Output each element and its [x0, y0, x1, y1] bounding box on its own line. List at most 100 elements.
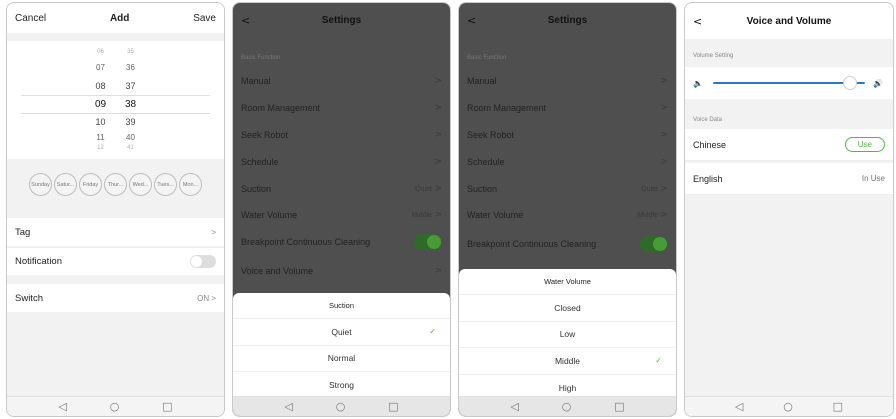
breakpoint-toggle[interactable]: [640, 235, 668, 252]
switch-row[interactable]: Switch ON >: [7, 284, 224, 312]
voice-volume-header: < Voice and Volume: [685, 3, 893, 39]
settings-item-seek-robot[interactable]: Seek Robot >: [233, 121, 450, 148]
option-middle[interactable]: Middle ✓: [459, 348, 676, 375]
option-low[interactable]: Low: [459, 322, 676, 348]
item-label: Schedule: [467, 156, 505, 167]
recent-apps-icon[interactable]: □: [388, 401, 398, 412]
breakpoint-toggle[interactable]: [414, 233, 442, 250]
settings-header: < Settings: [233, 3, 450, 37]
settings-item-room-management[interactable]: Room Management >: [459, 94, 676, 121]
picker-row[interactable]: 12 41: [7, 145, 224, 151]
back-nav-icon[interactable]: ◁: [510, 401, 518, 412]
chevron-right-icon: >: [434, 156, 442, 167]
checkmark-icon: ✓: [655, 356, 662, 366]
item-label: Manual: [241, 75, 271, 86]
page-title: Add: [109, 12, 130, 24]
settings-item-water-volume[interactable]: Water Volume Middle >: [233, 201, 450, 228]
back-nav-icon[interactable]: ◁: [735, 401, 743, 412]
checkmark-icon: ✓: [429, 327, 436, 337]
day-wednesday[interactable]: Wed...: [129, 173, 152, 196]
day-tuesday[interactable]: Tues...: [154, 173, 177, 196]
back-arrow-icon[interactable]: <: [241, 14, 261, 27]
chevron-right-icon: >: [434, 265, 442, 276]
settings-item-water-volume[interactable]: Water Volume Middle >: [459, 201, 676, 228]
cancel-button[interactable]: Cancel: [15, 13, 46, 24]
option-strong[interactable]: Strong: [233, 372, 450, 399]
home-nav-icon[interactable]: ○: [110, 401, 120, 412]
item-label: Water Volume: [467, 209, 524, 220]
notification-toggle[interactable]: [190, 255, 216, 268]
picker-selected-row[interactable]: 09 38: [7, 99, 224, 110]
item-label: Room Management: [241, 102, 321, 113]
settings-item-voice-volume[interactable]: Voice and Volume >: [233, 257, 450, 284]
page-title: Settings: [321, 14, 362, 26]
settings-item-suction[interactable]: Suction Quiet >: [233, 175, 450, 202]
use-button[interactable]: Use: [844, 137, 885, 152]
volume-high-icon: 🔊: [873, 78, 883, 88]
recent-apps-icon[interactable]: □: [162, 401, 172, 412]
back-nav-icon[interactable]: ◁: [284, 401, 292, 412]
minute-value: 35: [127, 49, 134, 55]
picker-row[interactable]: 06 35: [7, 49, 224, 55]
day-saturday[interactable]: Satur...: [54, 173, 77, 196]
page-title: Settings: [547, 14, 588, 26]
settings-item-schedule[interactable]: Schedule >: [233, 148, 450, 175]
home-nav-icon[interactable]: ○: [562, 401, 572, 412]
picker-row[interactable]: 10 39: [7, 117, 224, 127]
settings-item-manual[interactable]: Manual >: [459, 67, 676, 94]
recent-apps-icon[interactable]: □: [833, 401, 843, 412]
voice-item-english: English In Use: [685, 163, 893, 195]
settings-item-suction[interactable]: Suction Quiet >: [459, 175, 676, 202]
settings-item-schedule[interactable]: Schedule >: [459, 148, 676, 175]
switch-label: Switch: [15, 292, 43, 304]
day-thursday[interactable]: Thur...: [104, 173, 127, 196]
volume-section-label: Volume Setting: [693, 53, 734, 59]
add-topbar: Cancel Add Save: [7, 3, 224, 33]
system-nav-bar: ◁ ○ □: [459, 396, 676, 416]
chevron-right-icon: >: [434, 184, 442, 194]
volume-row: 🔈 🔊: [685, 67, 893, 99]
in-use-status: In Use: [861, 174, 885, 183]
settings-item-room-management[interactable]: Room Management >: [233, 94, 450, 121]
day-friday[interactable]: Friday: [79, 173, 102, 196]
home-nav-icon[interactable]: ○: [783, 401, 793, 412]
chevron-right-icon: >: [434, 75, 442, 86]
chevron-right-icon: >: [660, 102, 668, 113]
day-monday[interactable]: Mon...: [179, 173, 202, 196]
hour-value: 12: [97, 145, 104, 151]
save-button[interactable]: Save: [193, 13, 216, 24]
suction-sheet: Suction Quiet ✓ Normal Strong: [233, 293, 450, 396]
picker-row[interactable]: 08 37: [7, 81, 224, 91]
picker-row[interactable]: 07 36: [7, 63, 224, 72]
item-label: Water Volume: [241, 209, 298, 220]
sheet-title: Suction: [233, 293, 450, 319]
minute-value: 41: [127, 145, 134, 151]
option-label: High: [558, 382, 577, 393]
back-nav-icon[interactable]: ◁: [58, 401, 66, 412]
time-picker[interactable]: 06 35 07 36 08 37 09 38 10 39 11 40 12 4…: [7, 41, 224, 159]
recent-apps-icon[interactable]: □: [614, 401, 624, 412]
home-nav-icon[interactable]: ○: [336, 401, 346, 412]
volume-slider-thumb[interactable]: [842, 76, 857, 90]
system-nav-bar: ◁ ○ □: [233, 396, 450, 416]
item-value: Middle: [637, 212, 658, 219]
item-label: Seek Robot: [467, 129, 515, 140]
back-arrow-icon[interactable]: <: [467, 14, 487, 27]
option-quiet[interactable]: Quiet ✓: [233, 319, 450, 346]
option-normal[interactable]: Normal: [233, 346, 450, 372]
tag-row[interactable]: Tag >: [7, 218, 224, 246]
back-arrow-icon[interactable]: <: [693, 15, 713, 28]
option-label: Normal: [327, 353, 356, 364]
settings-header: < Settings: [459, 3, 676, 37]
day-sunday[interactable]: Sunday: [29, 173, 52, 196]
screenshot-stage: Cancel Add Save 06 35 07 36 08 37 09 38: [0, 0, 896, 419]
option-label: Strong: [328, 380, 355, 391]
settings-suction-screen: < Settings Basic Function Manual > Room …: [232, 2, 451, 417]
voice-item-chinese: Chinese Use: [685, 129, 893, 161]
volume-slider[interactable]: [713, 76, 865, 90]
system-nav-bar: ◁ ○ □: [685, 396, 893, 416]
settings-item-seek-robot[interactable]: Seek Robot >: [459, 121, 676, 148]
picker-row[interactable]: 11 40: [7, 133, 224, 142]
settings-item-manual[interactable]: Manual >: [233, 67, 450, 94]
option-closed[interactable]: Closed: [459, 295, 676, 322]
